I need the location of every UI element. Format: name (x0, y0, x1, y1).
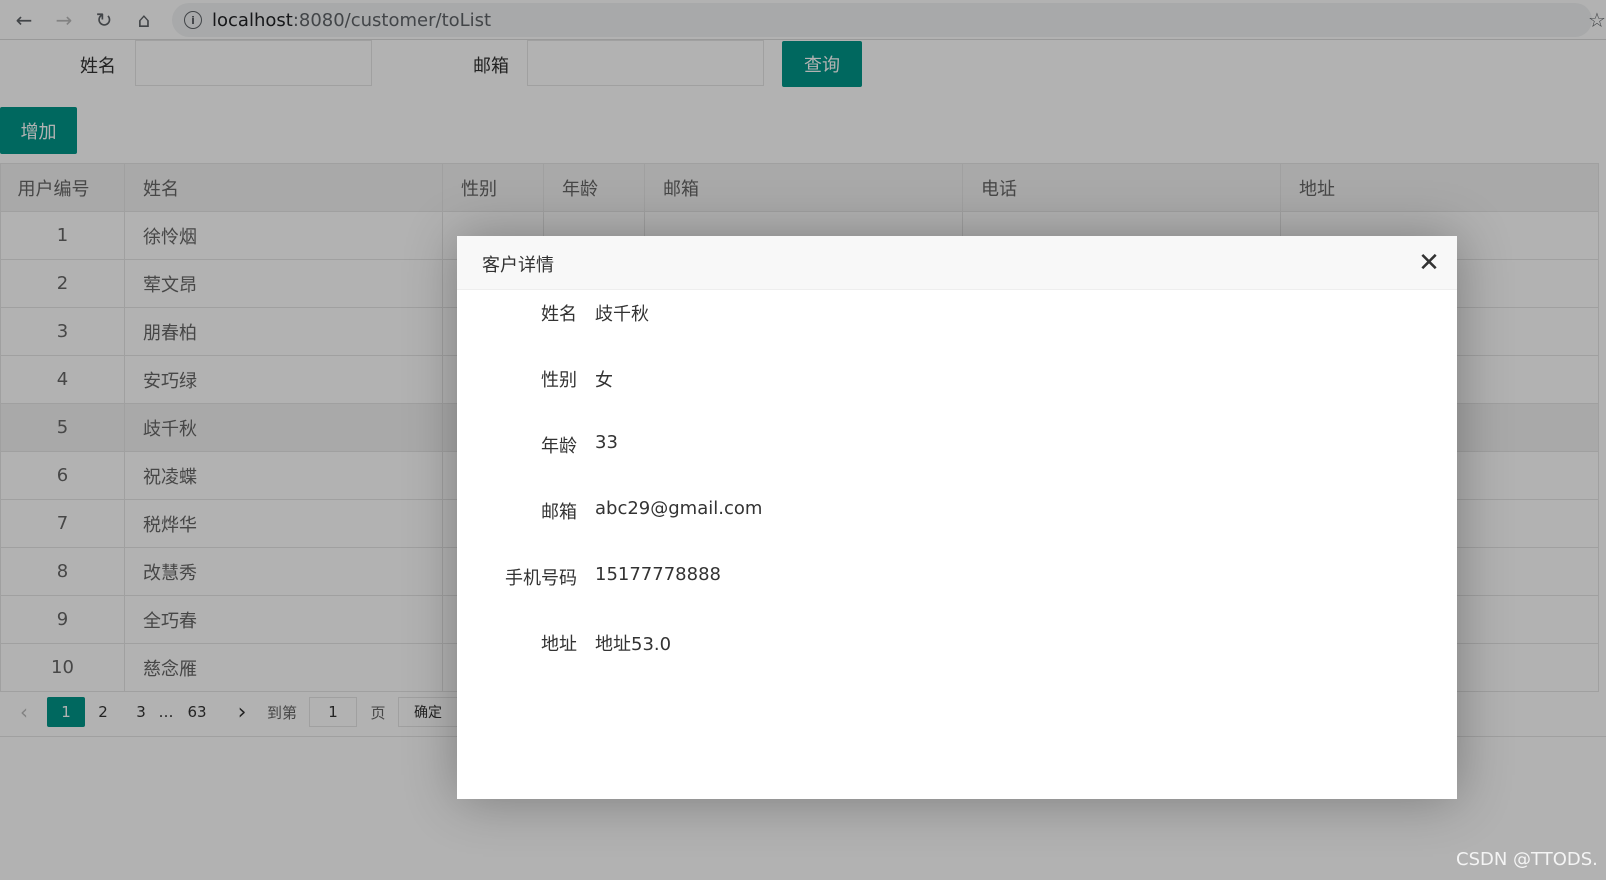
detail-row-name: 姓名 歧千秋 (457, 296, 1457, 326)
detail-label: 地址 (541, 634, 577, 655)
detail-label: 邮箱 (541, 502, 577, 523)
watermark: CSDN @TTODS. (1456, 849, 1598, 870)
detail-row-phone: 手机号码 15177778888 (457, 560, 1457, 590)
customer-detail-dialog: 客户详情 ✕ 姓名 歧千秋 性别 女 年龄 33 邮箱 abc29@gmail.… (457, 236, 1457, 799)
detail-row-address: 地址 地址53.0 (457, 626, 1457, 656)
detail-value: 女 (595, 370, 613, 391)
detail-label: 年龄 (541, 436, 577, 457)
detail-value: 33 (595, 432, 618, 453)
detail-value: 歧千秋 (595, 304, 649, 325)
detail-row-email: 邮箱 abc29@gmail.com (457, 494, 1457, 524)
detail-label: 姓名 (541, 304, 577, 325)
close-icon[interactable]: ✕ (1415, 248, 1443, 278)
detail-value: 15177778888 (595, 564, 721, 585)
dialog-header: 客户详情 ✕ (457, 236, 1457, 290)
detail-row-gender: 性别 女 (457, 362, 1457, 392)
detail-label: 手机号码 (505, 568, 577, 589)
detail-row-age: 年龄 33 (457, 428, 1457, 458)
detail-value: 地址53.0 (595, 634, 672, 655)
detail-value: abc29@gmail.com (595, 498, 763, 519)
dialog-title: 客户详情 (482, 255, 554, 276)
detail-label: 性别 (541, 370, 577, 391)
